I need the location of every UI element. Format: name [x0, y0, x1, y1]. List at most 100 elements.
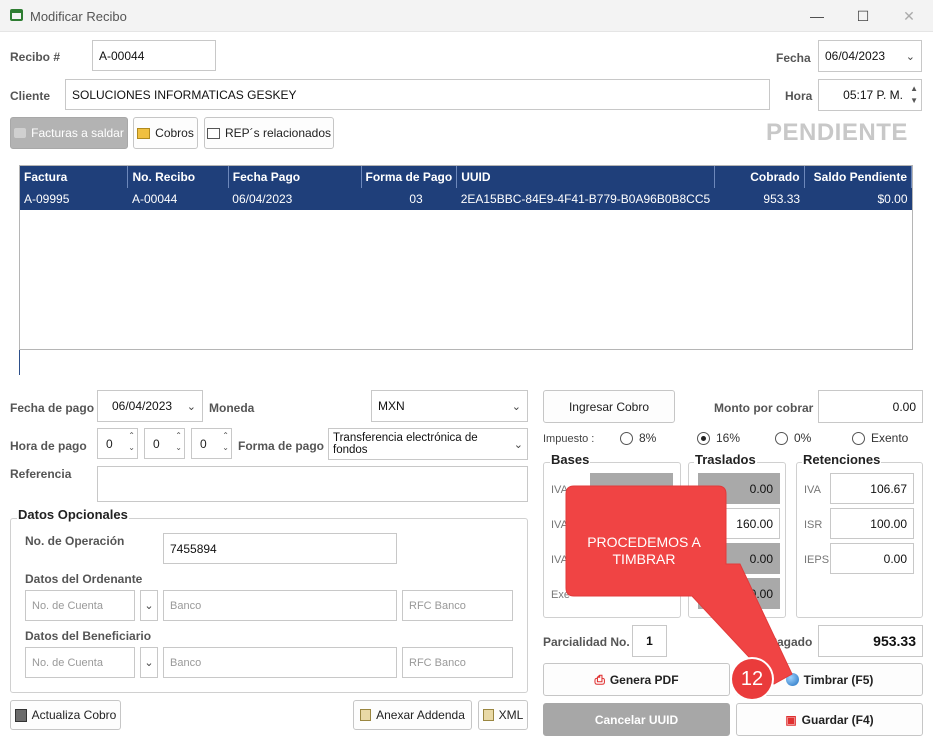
spin-arrows-icon[interactable]: ⌃ ⌄ — [128, 430, 135, 454]
anexar-addenda-button[interactable]: Anexar Addenda — [353, 700, 472, 730]
window-title: Modificar Recibo — [30, 9, 127, 24]
beneficiario-cuenta-dropdown[interactable]: ⌄ — [140, 647, 158, 678]
recibo-field[interactable]: A-00044 — [92, 40, 216, 71]
minuto-stepper[interactable]: 0 ⌃ ⌄ — [144, 428, 185, 459]
col-fecha-pago[interactable]: Fecha Pago — [228, 166, 362, 188]
invoices-grid: Factura No. Recibo Fecha Pago Forma de P… — [19, 165, 913, 350]
cuenta-placeholder: No. de Cuenta — [32, 599, 103, 612]
tab-rep[interactable]: REP´s relacionados — [204, 117, 334, 149]
table-row[interactable]: A-09995 A-00044 06/04/2023 03 2EA15BBC-8… — [20, 188, 912, 210]
hora-stepper[interactable]: 0 ⌃ ⌄ — [97, 428, 138, 459]
ordenante-cuenta-field[interactable]: No. de Cuenta — [25, 590, 135, 621]
ret-ieps-field[interactable]: 0.00 — [830, 543, 914, 574]
referencia-field[interactable] — [97, 466, 528, 502]
impuesto-label: Impuesto : — [543, 433, 595, 445]
pagado-field[interactable]: 953.33 — [818, 625, 923, 657]
minimize-icon[interactable]: — — [794, 0, 840, 32]
chevron-down-icon[interactable]: ⌄ — [187, 400, 196, 413]
hora-value: 0 — [106, 436, 113, 451]
chevron-down-icon[interactable]: ⌄ — [512, 400, 521, 413]
grid-scroll-line — [19, 350, 20, 375]
radio-16-label: 16% — [716, 431, 741, 445]
ingresar-cobro-button[interactable]: Ingresar Cobro — [543, 390, 675, 423]
title-bar: Modificar Recibo — ☐ ✕ — [0, 0, 933, 32]
xml-label: XML — [498, 708, 524, 722]
rfc-placeholder: RFC Banco — [409, 656, 466, 669]
col-forma-pago[interactable]: Forma de Pago — [361, 166, 458, 188]
radio-circle — [775, 431, 788, 445]
segundo-stepper[interactable]: 0 ⌃ ⌄ — [191, 428, 232, 459]
banco-placeholder: Banco — [170, 656, 202, 669]
banco-placeholder: Banco — [170, 599, 202, 612]
col-factura[interactable]: Factura — [20, 166, 129, 188]
radio-0[interactable]: 0% — [775, 431, 811, 445]
cell-uuid: 2EA15BBC-84E9-4F41-B779-B0A96B0B8CC5 — [456, 188, 715, 210]
forma-pago-select[interactable]: Transferencia electrónica de fondos ⌄ — [328, 428, 528, 460]
tab-cobros-label: Cobros — [155, 126, 194, 140]
actualiza-cobro-button[interactable]: Actualiza Cobro — [10, 700, 121, 730]
radio-circle — [620, 431, 633, 445]
beneficiario-rfc-field[interactable]: RFC Banco — [402, 647, 513, 678]
operacion-field[interactable]: 7455894 — [163, 533, 397, 564]
spin-arrows-icon[interactable]: ⌃ ⌄ — [222, 430, 229, 454]
col-cobrado[interactable]: Cobrado — [714, 166, 805, 188]
opcionales-title: Datos Opcionales — [17, 507, 129, 522]
cliente-field[interactable]: SOLUCIONES INFORMATICAS GESKEY — [65, 79, 770, 110]
invoice-icon — [14, 128, 27, 138]
tab-rep-label: REP´s relacionados — [224, 126, 332, 140]
radio-circle — [852, 431, 865, 445]
ordenante-rfc-field[interactable]: RFC Banco — [402, 590, 513, 621]
addenda-label: Anexar Addenda — [376, 708, 465, 722]
col-uuid[interactable]: UUID — [456, 166, 715, 188]
ordenante-banco-field[interactable]: Banco — [163, 590, 397, 621]
beneficiario-cuenta-field[interactable]: No. de Cuenta — [25, 647, 135, 678]
radio-exento[interactable]: Exento — [852, 431, 908, 445]
minuto-value: 0 — [153, 436, 160, 451]
cell-cobrado: 953.33 — [714, 188, 805, 210]
actualiza-label: Actualiza Cobro — [31, 708, 117, 722]
radio-8[interactable]: 8% — [620, 431, 656, 445]
moneda-select[interactable]: MXN ⌄ — [371, 390, 528, 422]
moneda-label: Moneda — [209, 401, 255, 415]
ret-iva-field[interactable]: 106.67 — [830, 473, 914, 504]
beneficiario-label: Datos del Beneficiario — [25, 629, 152, 643]
segundo-value: 0 — [200, 436, 207, 451]
radio-8-label: 8% — [639, 431, 657, 445]
radio-exento-label: Exento — [871, 431, 909, 445]
forma-pago-value: Transferencia electrónica de fondos — [333, 432, 478, 456]
ordenante-cuenta-dropdown[interactable]: ⌄ — [140, 590, 158, 621]
tab-facturas[interactable]: Facturas a saldar — [10, 117, 128, 149]
monto-label: Monto por cobrar — [714, 401, 814, 415]
radio-16[interactable]: 16% — [697, 431, 740, 445]
fecha-value: 06/04/2023 — [825, 49, 886, 63]
folder-icon — [137, 127, 151, 139]
fecha-pago-picker[interactable]: 06/04/2023 ⌄ — [97, 390, 203, 422]
spin-arrows-icon[interactable]: ⌃ ⌄ — [175, 430, 182, 454]
link-icon — [206, 127, 220, 139]
beneficiario-banco-field[interactable]: Banco — [163, 647, 397, 678]
operacion-label: No. de Operación — [25, 534, 125, 548]
cell-factura: A-09995 — [20, 188, 128, 210]
close-icon[interactable]: ✕ — [886, 0, 932, 32]
cliente-label: Cliente — [10, 89, 51, 103]
ret-isr-field[interactable]: 100.00 — [830, 508, 914, 539]
monto-field[interactable]: 0.00 — [818, 390, 923, 423]
spin-arrows-icon[interactable]: ▲ ▼ — [910, 83, 918, 107]
chevron-down-icon[interactable]: ⌄ — [906, 50, 915, 63]
chevron-down-icon: ⌄ — [144, 657, 154, 669]
hora-picker[interactable]: 05:17 P. M. ▲ ▼ — [818, 79, 922, 111]
maximize-icon[interactable]: ☐ — [840, 0, 886, 32]
xml-button[interactable]: XML — [478, 700, 528, 730]
status-badge: PENDIENTE — [766, 119, 908, 146]
cell-fecha: 06/04/2023 — [228, 188, 362, 210]
tab-cobros[interactable]: Cobros — [133, 117, 198, 149]
fecha-picker[interactable]: 06/04/2023 ⌄ — [818, 40, 922, 72]
document-icon — [482, 709, 494, 721]
cell-forma: 03 — [361, 188, 457, 210]
col-no-recibo[interactable]: No. Recibo — [127, 166, 229, 188]
hora-label: Hora — [785, 89, 813, 103]
cuenta-placeholder: No. de Cuenta — [32, 656, 103, 669]
chevron-down-icon[interactable]: ⌄ — [514, 438, 523, 451]
cell-saldo: $0.00 — [804, 188, 912, 210]
col-saldo[interactable]: Saldo Pendiente — [804, 166, 913, 188]
